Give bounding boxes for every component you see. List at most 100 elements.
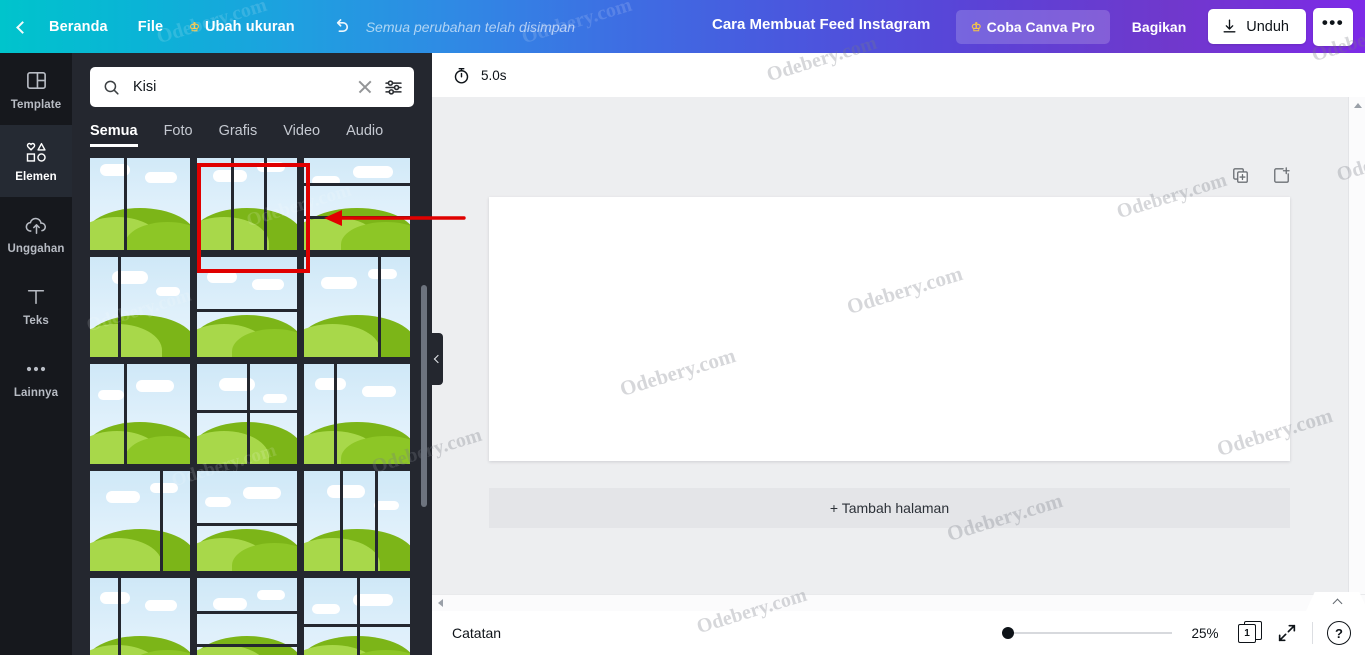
- clear-search-icon[interactable]: [355, 77, 375, 97]
- share-button[interactable]: Bagikan: [1117, 10, 1201, 44]
- sidebar-item-elemen[interactable]: Elemen: [0, 125, 72, 197]
- element-thumbnail[interactable]: [304, 578, 410, 655]
- crown-icon: ♔: [970, 19, 982, 34]
- resize-label: Ubah ukuran: [204, 18, 295, 35]
- fullscreen-button[interactable]: [1276, 622, 1298, 644]
- pro-label: Coba Canva Pro: [986, 18, 1095, 35]
- tab-grafis[interactable]: Grafis: [219, 123, 258, 147]
- collapse-panel-button[interactable]: [430, 333, 443, 385]
- undo-button[interactable]: [326, 12, 356, 42]
- grid-frame-divider: [231, 158, 234, 250]
- add-page-button[interactable]: + Tambah halaman: [489, 488, 1290, 528]
- thumbnail-cloud: [145, 172, 177, 183]
- chevron-up-icon: [1332, 598, 1342, 609]
- page-duration-label: 5.0s: [481, 67, 507, 83]
- search-input[interactable]: [121, 79, 355, 95]
- filter-sliders-icon[interactable]: [383, 77, 404, 98]
- home-back-button[interactable]: Beranda: [0, 10, 125, 44]
- scroll-up-button[interactable]: [1349, 97, 1365, 114]
- grid-frame-divider: [124, 158, 127, 250]
- thumbnail-cloud: [207, 271, 237, 283]
- download-icon: [1223, 19, 1236, 33]
- element-thumbnail[interactable]: [304, 158, 410, 250]
- scroll-left-button[interactable]: [432, 595, 449, 612]
- shapes-icon: [24, 140, 49, 166]
- tab-video[interactable]: Video: [283, 123, 320, 147]
- home-label: Beranda: [49, 18, 108, 35]
- download-label: Unduh: [1246, 18, 1289, 35]
- upload-cloud-icon: [24, 212, 49, 238]
- elements-grid[interactable]: [72, 158, 432, 655]
- more-options-button[interactable]: •••: [1313, 7, 1353, 46]
- sidebar-item-template[interactable]: Template: [0, 53, 72, 125]
- add-page-icon[interactable]: [1272, 166, 1291, 190]
- bottom-toolbar: Catatan 25% 1 ?: [432, 611, 1365, 655]
- thumbnail-cloud: [106, 491, 140, 503]
- sidebar-item-teks[interactable]: Teks: [0, 269, 72, 341]
- zoom-slider-knob[interactable]: [1002, 627, 1014, 639]
- help-button[interactable]: ?: [1327, 621, 1351, 645]
- grid-frame-divider: [304, 183, 410, 186]
- sidebar-item-label: Elemen: [15, 170, 57, 183]
- grid-frame-divider: [264, 158, 267, 250]
- tab-semua[interactable]: Semua: [90, 123, 138, 147]
- element-thumbnail[interactable]: [90, 578, 190, 655]
- canvas-page[interactable]: [489, 197, 1290, 461]
- element-thumbnail[interactable]: [90, 257, 190, 357]
- elements-panel: Semua Foto Grafis Video Audio: [72, 53, 432, 655]
- grid-frame-divider: [340, 471, 344, 571]
- canvas-vertical-scrollbar[interactable]: [1348, 97, 1365, 611]
- resize-button[interactable]: ♔ Ubah ukuran: [176, 12, 308, 42]
- zoom-slider[interactable]: [1002, 625, 1172, 641]
- sidebar-item-unggahan[interactable]: Unggahan: [0, 197, 72, 269]
- element-thumbnail[interactable]: [197, 257, 297, 357]
- tab-audio[interactable]: Audio: [346, 123, 383, 147]
- grid-frame-divider: [118, 578, 121, 655]
- element-thumbnail[interactable]: [304, 257, 410, 357]
- grid-frame-divider: [333, 364, 337, 464]
- thumbnail-cloud: [352, 166, 394, 178]
- element-thumbnail[interactable]: [304, 364, 410, 464]
- file-menu-button[interactable]: File: [125, 12, 176, 42]
- bottom-right-controls: 25% 1 ?: [1002, 611, 1351, 655]
- template-icon: [25, 68, 48, 94]
- stopwatch-icon[interactable]: [452, 66, 471, 85]
- element-thumbnail[interactable]: [90, 364, 190, 464]
- element-thumbnail[interactable]: [90, 158, 190, 250]
- search-area: [72, 53, 432, 107]
- crown-icon: ♔: [189, 19, 200, 34]
- tab-foto[interactable]: Foto: [164, 123, 193, 147]
- try-canva-pro-button[interactable]: ♔ Coba Canva Pro: [955, 9, 1110, 44]
- element-thumbnail[interactable]: [90, 471, 190, 571]
- panel-scrollbar-thumb[interactable]: [421, 285, 427, 507]
- thumbnail-cloud: [213, 598, 247, 610]
- canvas-horizontal-scrollbar[interactable]: [432, 594, 1365, 611]
- thumbnail-cloud: [362, 386, 397, 397]
- text-icon: [25, 284, 47, 310]
- thumbnail-cloud: [327, 485, 366, 498]
- design-title[interactable]: Cara Membuat Feed Instagram: [712, 16, 930, 33]
- element-thumbnail[interactable]: [197, 158, 297, 250]
- search-icon: [104, 80, 119, 95]
- thumbnail-cloud: [205, 497, 231, 507]
- expand-notes-button[interactable]: [1306, 592, 1365, 611]
- fullscreen-icon: [1278, 624, 1296, 642]
- duplicate-page-icon[interactable]: [1231, 166, 1250, 190]
- thumbnail-cloud: [243, 487, 281, 499]
- sidebar-item-label: Unggahan: [7, 242, 65, 255]
- download-button[interactable]: Unduh: [1208, 9, 1306, 44]
- element-thumbnail[interactable]: [197, 364, 297, 464]
- grid-frame-divider: [378, 257, 382, 357]
- element-thumbnail[interactable]: [197, 471, 297, 571]
- notes-label[interactable]: Catatan: [452, 625, 501, 641]
- zoom-slider-track: [1002, 632, 1172, 634]
- sidebar-item-lainnya[interactable]: Lainnya: [0, 341, 72, 413]
- thumbnail-cloud: [314, 378, 347, 390]
- thumbnail-cloud: [312, 604, 341, 614]
- thumbnail-cloud: [145, 600, 177, 611]
- element-thumbnail[interactable]: [304, 471, 410, 571]
- page-manager-button[interactable]: 1: [1238, 621, 1262, 645]
- search-box[interactable]: [90, 67, 414, 107]
- panel-tabs: Semua Foto Grafis Video Audio: [72, 107, 432, 147]
- element-thumbnail[interactable]: [197, 578, 297, 655]
